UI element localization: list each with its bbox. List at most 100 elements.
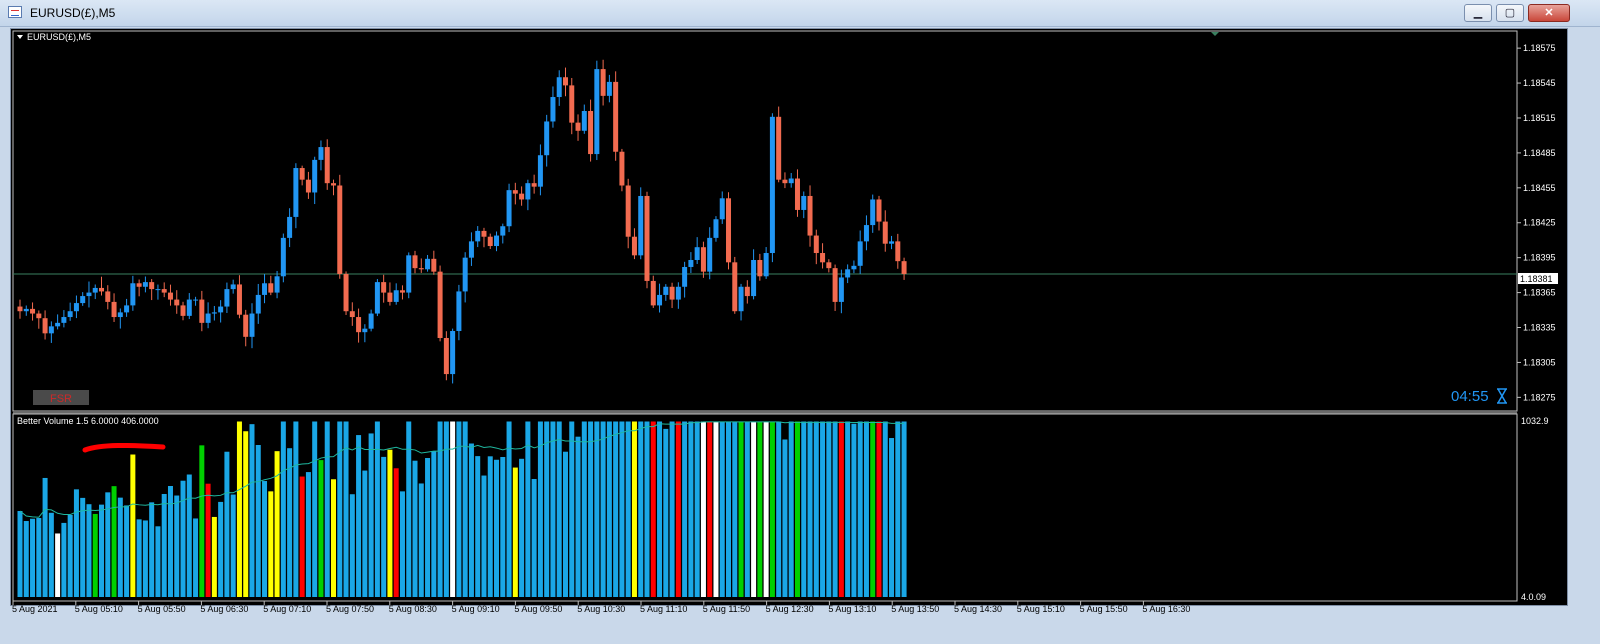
volume-bar bbox=[268, 491, 274, 597]
volume-bar bbox=[337, 421, 343, 597]
candle-body bbox=[249, 313, 255, 337]
candle-body bbox=[794, 178, 800, 210]
candle-body bbox=[224, 289, 230, 307]
candle-body bbox=[362, 328, 368, 333]
volume-bar bbox=[462, 421, 468, 597]
volume-bar bbox=[42, 477, 48, 597]
volume-bar bbox=[707, 421, 713, 597]
volume-bar bbox=[820, 421, 826, 597]
volume-bar bbox=[588, 421, 594, 597]
volume-bar bbox=[161, 493, 167, 597]
volume-bar bbox=[832, 421, 838, 597]
time-tick-label: 5 Aug 09:50 bbox=[514, 604, 563, 614]
volume-bar bbox=[230, 494, 236, 597]
candle-body bbox=[374, 282, 380, 314]
candle-body bbox=[55, 322, 61, 327]
candle-body bbox=[744, 286, 750, 297]
candle-body bbox=[193, 299, 199, 301]
volume-bar bbox=[525, 421, 531, 597]
shift-marker-icon[interactable] bbox=[1211, 32, 1219, 36]
volume-bar bbox=[167, 486, 173, 597]
volume-bar bbox=[857, 421, 863, 597]
volume-bar bbox=[713, 421, 719, 597]
red-annotation-stroke bbox=[82, 442, 166, 453]
volume-bar bbox=[262, 481, 268, 597]
candle-body bbox=[863, 225, 869, 242]
volume-bar bbox=[801, 421, 807, 597]
minimize-button[interactable]: ▁ bbox=[1464, 4, 1492, 22]
time-tick-label: 5 Aug 15:10 bbox=[1016, 604, 1065, 614]
candle-body bbox=[23, 308, 29, 312]
candle-body bbox=[889, 241, 895, 244]
price-tick-label: 1.18485 bbox=[1523, 148, 1556, 158]
volume-bar bbox=[813, 421, 819, 597]
candle-body bbox=[42, 318, 48, 334]
candle-body bbox=[638, 195, 644, 256]
candle-body bbox=[882, 221, 888, 244]
candle-body bbox=[851, 265, 857, 270]
candle-body bbox=[619, 151, 625, 186]
candle-body bbox=[631, 236, 637, 256]
volume-bar bbox=[218, 501, 224, 597]
candle-body bbox=[431, 258, 437, 272]
price-tick-label: 1.18575 bbox=[1523, 43, 1556, 53]
price-axis: 1.18575 1.18545 1.18515 1.18485 1.18455 1.184… bbox=[1517, 43, 1556, 402]
candle-body bbox=[726, 198, 732, 263]
candle-body bbox=[820, 253, 826, 263]
candle-body bbox=[500, 226, 506, 236]
chart-window[interactable]: EURUSD(£),M5 1.18575 1.18545 1.18515 1.1848… bbox=[10, 28, 1568, 606]
volume-bar bbox=[794, 421, 800, 597]
candle-body bbox=[36, 313, 42, 319]
volume-bar bbox=[155, 526, 161, 597]
volume-bar bbox=[73, 489, 79, 597]
candle-body bbox=[732, 262, 738, 312]
volume-bar bbox=[851, 423, 857, 597]
volume-bar bbox=[387, 449, 393, 597]
candle-body bbox=[343, 273, 349, 312]
volume-bar bbox=[738, 421, 744, 597]
volume-bar bbox=[23, 521, 29, 597]
time-tick-label: 5 Aug 13:10 bbox=[828, 604, 877, 614]
volume-bar bbox=[663, 428, 669, 597]
time-tick-label: 5 Aug 07:50 bbox=[326, 604, 375, 614]
volume-bar bbox=[675, 421, 681, 597]
candle-body bbox=[287, 216, 293, 238]
candle-body bbox=[111, 301, 117, 318]
candle-body bbox=[569, 85, 575, 123]
candle-body bbox=[650, 280, 656, 306]
candle-body bbox=[399, 290, 405, 293]
volume-bar bbox=[425, 458, 431, 597]
volume-bar bbox=[744, 421, 750, 597]
volume-bar bbox=[870, 421, 876, 597]
candle-body bbox=[857, 241, 863, 266]
time-tick-label: 5 Aug 12:30 bbox=[765, 604, 814, 614]
volume-bar bbox=[826, 421, 832, 597]
candle-body bbox=[199, 299, 205, 323]
candle-body bbox=[600, 69, 606, 96]
volume-bar bbox=[293, 421, 299, 597]
volume-bar bbox=[569, 421, 575, 597]
volume-bar bbox=[399, 491, 405, 597]
candle-body bbox=[280, 237, 286, 277]
price-chart[interactable]: EURUSD(£),M5 1.18575 1.18545 1.18515 1.1848… bbox=[11, 29, 1567, 605]
candle-body bbox=[80, 296, 86, 304]
time-tick-label: 5 Aug 10:30 bbox=[577, 604, 626, 614]
volume-bar bbox=[550, 421, 556, 597]
volume-bar bbox=[443, 421, 449, 597]
volume-bar bbox=[356, 435, 362, 597]
candle-body bbox=[751, 259, 757, 297]
dropdown-triangle-icon[interactable] bbox=[17, 35, 23, 39]
candle-body bbox=[556, 77, 562, 98]
volume-bar bbox=[30, 518, 36, 597]
volume-bar bbox=[669, 421, 675, 597]
volume-bar bbox=[895, 421, 901, 597]
maximize-button[interactable]: ▢ bbox=[1496, 4, 1524, 22]
close-button[interactable]: ✕ bbox=[1528, 4, 1570, 22]
volume-bar bbox=[876, 421, 882, 597]
volume-bar bbox=[456, 421, 462, 597]
price-tick-label: 1.18365 bbox=[1523, 288, 1556, 298]
candle-body bbox=[475, 230, 481, 242]
volume-bar bbox=[889, 438, 895, 597]
time-axis-labels: 5 Aug 2021 5 Aug 05:10 5 Aug 05:50 5 Aug 06… bbox=[10, 604, 1568, 620]
candle-body bbox=[487, 236, 493, 247]
